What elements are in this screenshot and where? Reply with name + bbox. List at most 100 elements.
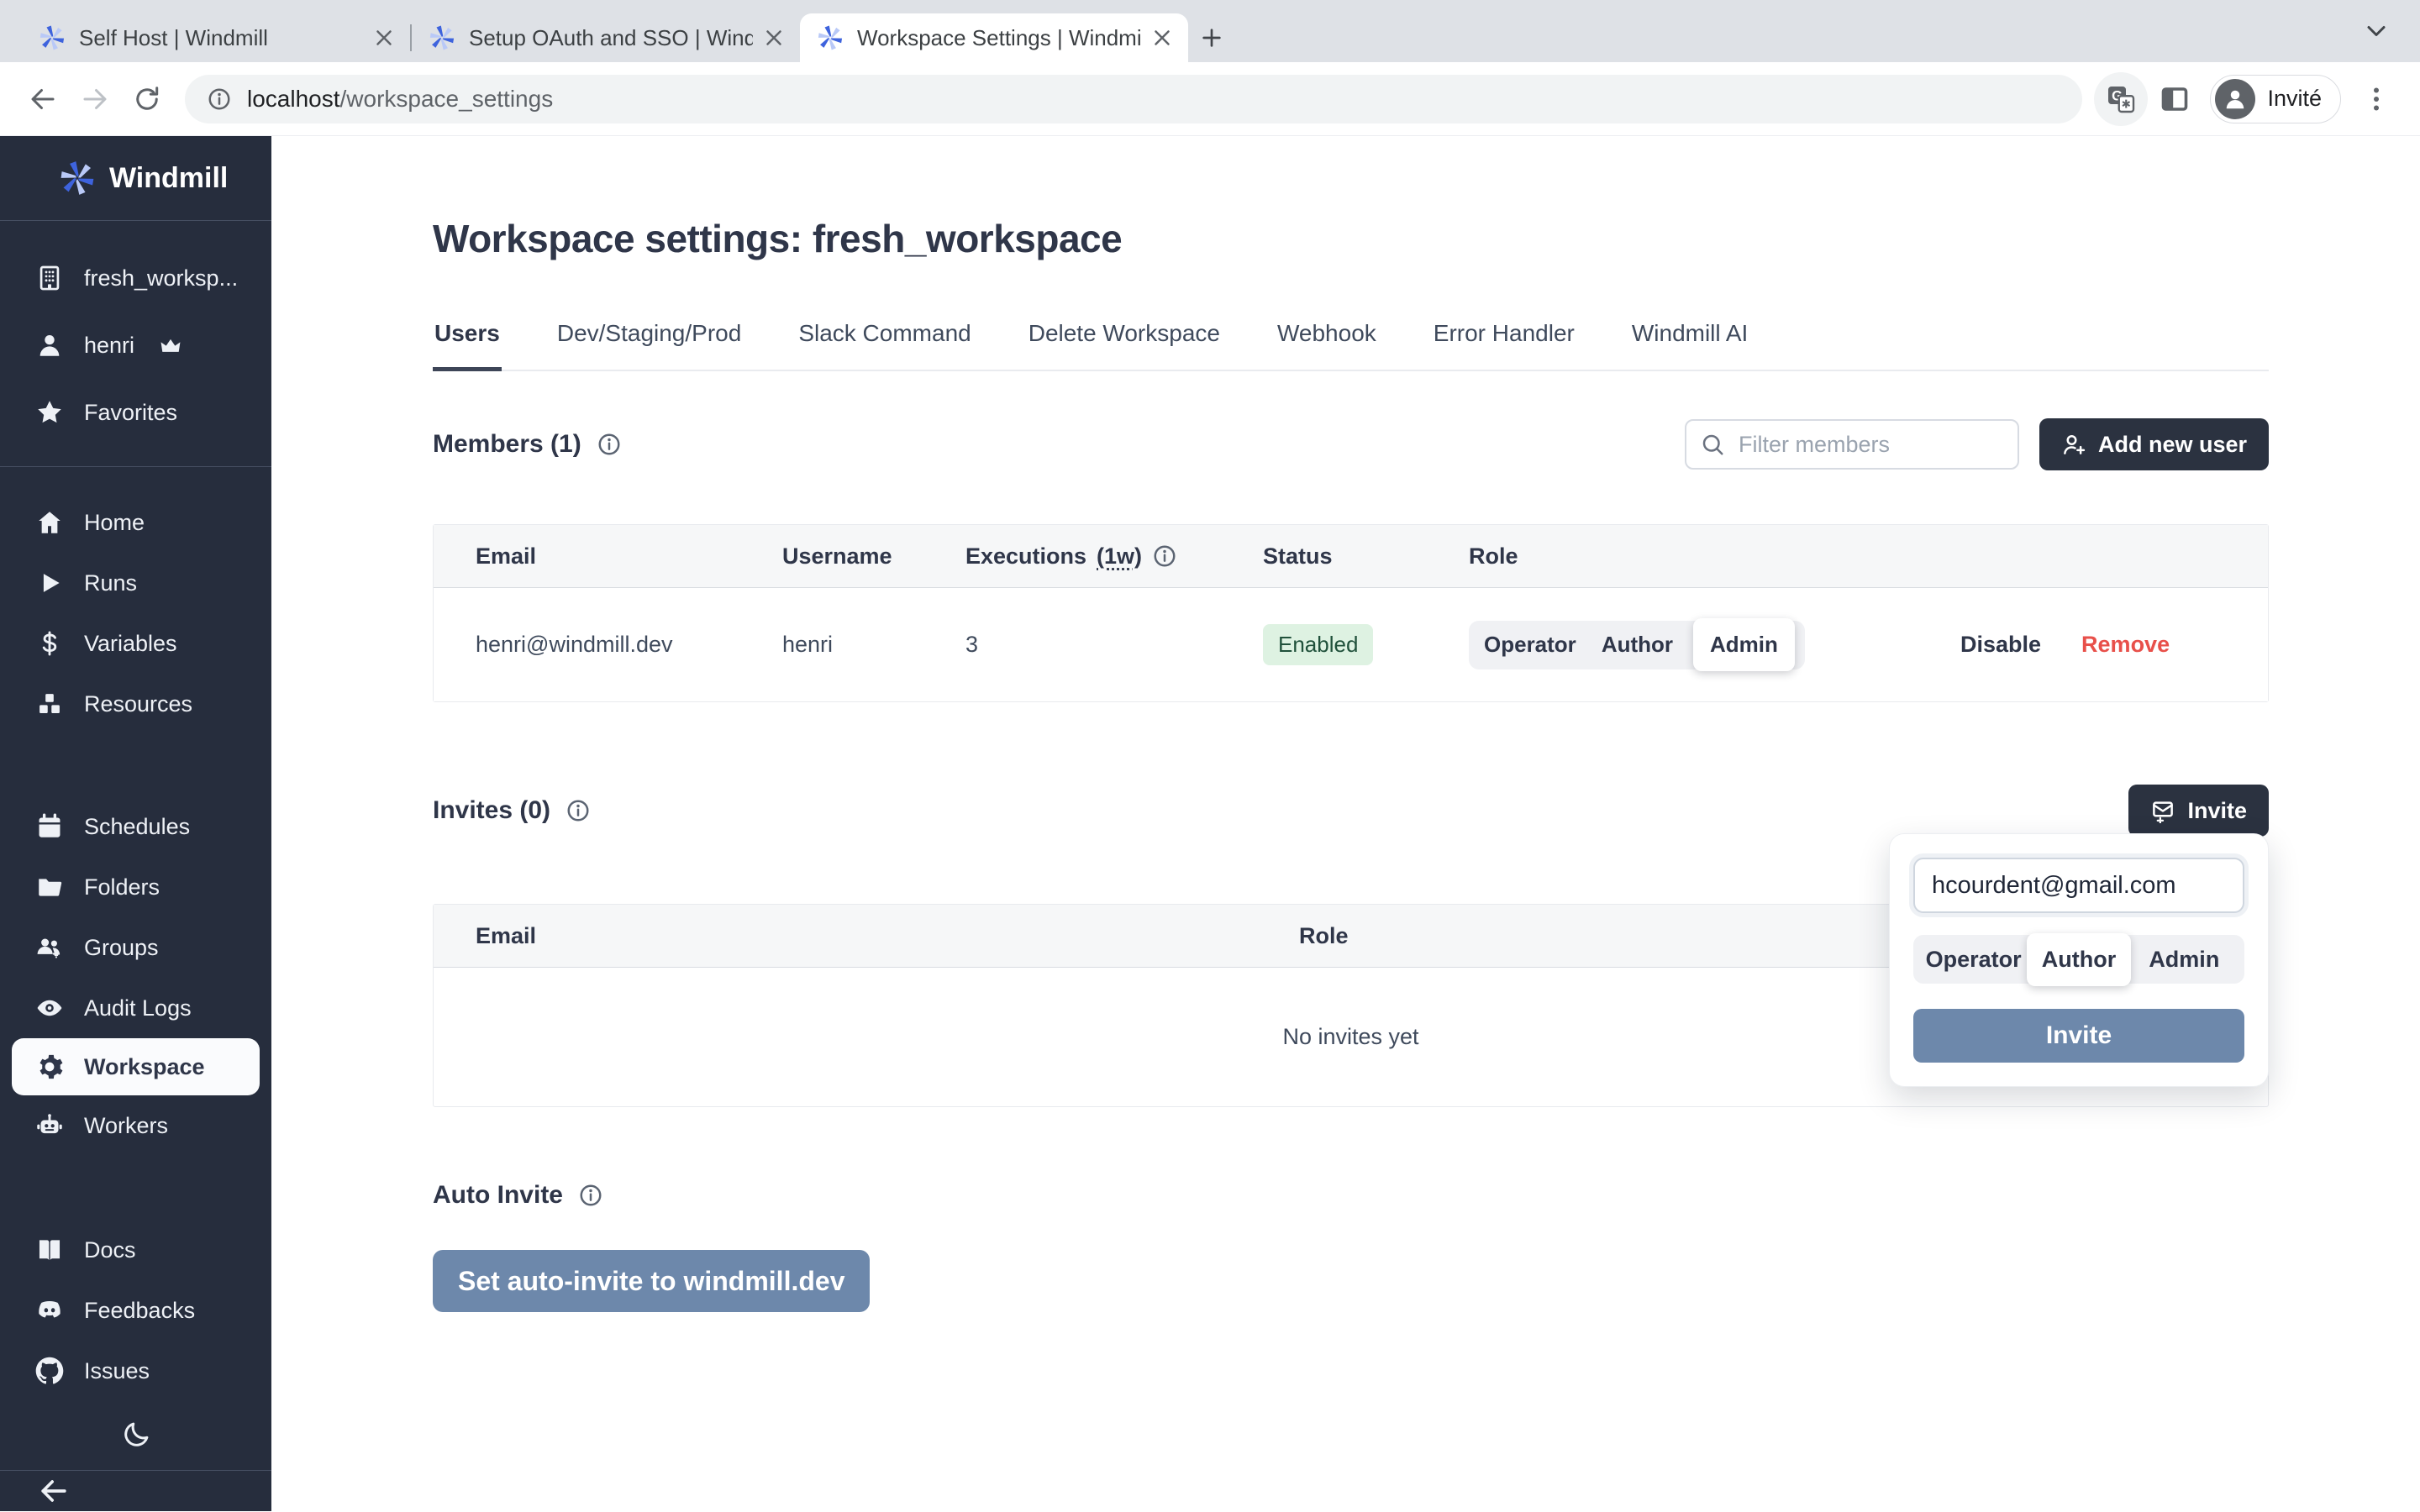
sidebar-item-label: Workers <box>84 1113 168 1139</box>
avatar <box>2215 79 2255 119</box>
executions-info-icon[interactable] <box>1152 543 1177 569</box>
tab-webhook[interactable]: Webhook <box>1276 308 1378 371</box>
side-panel-button[interactable] <box>2148 72 2202 126</box>
cell-status: Enabled <box>1263 624 1469 665</box>
translate-button[interactable]: G✱ <box>2094 72 2148 126</box>
invites-heading: Invites (0) <box>433 796 550 825</box>
sidebar-item-schedules[interactable]: Schedules <box>0 796 271 857</box>
tab-search-button[interactable] <box>2361 16 2391 46</box>
sidebar-item-runs[interactable]: Runs <box>0 553 271 613</box>
svg-text:✱: ✱ <box>2122 97 2131 110</box>
discord-icon <box>35 1296 64 1325</box>
browser-tab[interactable]: Workspace Settings | Windmill <box>800 13 1188 62</box>
folder-icon <box>35 873 64 901</box>
sidebar-item-label: Home <box>84 510 145 536</box>
tab-delete-workspace[interactable]: Delete Workspace <box>1027 308 1222 371</box>
sidebar-item-feedbacks[interactable]: Feedbacks <box>0 1280 271 1341</box>
column-header: Status <box>1263 543 1469 570</box>
sidebar-item-folders[interactable]: Folders <box>0 857 271 917</box>
tab-windmill-ai[interactable]: Windmill AI <box>1630 308 1749 371</box>
url-path: /workspace_settings <box>340 86 554 112</box>
sidebar-item-label: Feedbacks <box>84 1298 195 1324</box>
sidebar-item-home[interactable]: Home <box>0 492 271 553</box>
browser-window: Self Host | WindmillSetup OAuth and SSO … <box>0 0 2420 1512</box>
auto-invite-info-icon[interactable] <box>578 1183 603 1208</box>
forward-icon <box>80 84 110 114</box>
popup-role-option-admin[interactable]: Admin <box>2133 947 2236 973</box>
chevron-down-icon <box>2361 16 2391 46</box>
user-plus-icon <box>2061 432 2086 457</box>
role-option-admin[interactable]: Admin <box>1693 618 1795 671</box>
settings-tabs: Users Dev/Staging/Prod Slack Command Delete… <box>433 308 2269 371</box>
popup-role-option-author[interactable]: Author <box>2027 933 2130 986</box>
role-option-author[interactable]: Author <box>1602 632 1673 658</box>
browser-menu-button[interactable] <box>2349 72 2403 126</box>
dollar-icon <box>35 629 64 658</box>
invites-info-icon[interactable] <box>566 798 591 823</box>
eye-icon <box>35 994 64 1022</box>
disable-button[interactable]: Disable <box>1960 632 2041 658</box>
invite-button[interactable]: Invite <box>2128 785 2269 837</box>
site-info-icon[interactable] <box>207 87 232 112</box>
add-new-user-button[interactable]: Add new user <box>2039 418 2269 470</box>
cell-email: henri@windmill.dev <box>434 632 782 658</box>
reload-button[interactable] <box>121 73 173 125</box>
invite-button-label: Invite <box>2187 798 2247 824</box>
close-icon[interactable] <box>761 25 786 50</box>
gear-icon <box>35 1053 64 1081</box>
invite-email-input[interactable] <box>1913 858 2244 913</box>
members-info-icon[interactable] <box>597 432 622 457</box>
browser-tab[interactable]: Setup OAuth and SSO | Windmi <box>412 13 800 62</box>
cell-executions: 3 <box>965 632 1263 658</box>
role-segmented: Operator Author Admin <box>1469 621 1805 669</box>
collapse-sidebar-button[interactable] <box>35 1473 72 1509</box>
invite-submit-button[interactable]: Invite <box>1913 1009 2244 1063</box>
sidebar-item-henri[interactable]: henri <box>0 312 271 379</box>
translate-icon: G✱ <box>2106 84 2136 114</box>
sidebar-item-variables[interactable]: Variables <box>0 613 271 674</box>
add-new-user-label: Add new user <box>2098 432 2247 458</box>
browser-profile-button[interactable]: Invité <box>2210 75 2341 123</box>
users-icon <box>35 933 64 962</box>
sidebar-item-fresh-worksp[interactable]: fresh_worksp... <box>0 244 271 312</box>
table-row: henri@windmill.devhenri3EnabledOperatorA… <box>434 588 2268 701</box>
forward-button[interactable] <box>69 73 121 125</box>
role-option-operator[interactable]: Operator <box>1484 632 1576 658</box>
sidebar-item-audit-logs[interactable]: Audit Logs <box>0 978 271 1038</box>
sidebar-item-groups[interactable]: Groups <box>0 917 271 978</box>
sidebar-item-label: henri <box>84 333 134 359</box>
sidebar-item-workers[interactable]: Workers <box>0 1095 271 1156</box>
remove-button[interactable]: Remove <box>2081 632 2170 658</box>
tab-users[interactable]: Users <box>433 308 502 371</box>
theme-toggle[interactable] <box>114 1413 158 1457</box>
close-icon[interactable] <box>371 25 397 50</box>
browser-toolbar: localhost/workspace_settings G✱ Invité <box>0 62 2420 136</box>
address-bar[interactable]: localhost/workspace_settings <box>185 75 2082 123</box>
sidebar-item-resources[interactable]: Resources <box>0 674 271 734</box>
windmill-logo[interactable]: Windmill <box>0 136 271 220</box>
new-tab-button[interactable] <box>1188 13 1235 62</box>
sidebar-item-label: Groups <box>84 935 159 961</box>
sidebar-item-docs[interactable]: Docs <box>0 1220 271 1280</box>
tab-dev-staging-prod[interactable]: Dev/Staging/Prod <box>555 308 743 371</box>
close-icon[interactable] <box>1150 25 1175 50</box>
sidebar-item-label: Favorites <box>84 400 177 426</box>
windmill-favicon <box>429 24 455 51</box>
tab-error-handler[interactable]: Error Handler <box>1432 308 1576 371</box>
sidebar-item-workspace[interactable]: Workspace <box>12 1038 260 1095</box>
url-host: localhost <box>247 86 340 112</box>
browser-tab[interactable]: Self Host | Windmill <box>22 13 410 62</box>
popup-role-option-operator[interactable]: Operator <box>1922 947 2025 973</box>
star-icon <box>35 398 64 427</box>
invite-popup: OperatorAuthorAdmin Invite <box>1889 833 2269 1087</box>
set-auto-invite-button[interactable]: Set auto-invite to windmill.dev <box>433 1250 870 1312</box>
tab-slack-command[interactable]: Slack Command <box>797 308 972 371</box>
main-content: Workspace settings: fresh_workspace User… <box>271 136 2420 1511</box>
back-button[interactable] <box>17 73 69 125</box>
filter-members-input[interactable] <box>1685 419 2019 470</box>
sidebar-item-favorites[interactable]: Favorites <box>0 379 271 446</box>
plus-icon <box>1198 24 1225 51</box>
column-header: Role <box>1469 543 1960 570</box>
sidebar-item-issues[interactable]: Issues <box>0 1341 271 1401</box>
sidebar-item-label: Audit Logs <box>84 995 192 1021</box>
